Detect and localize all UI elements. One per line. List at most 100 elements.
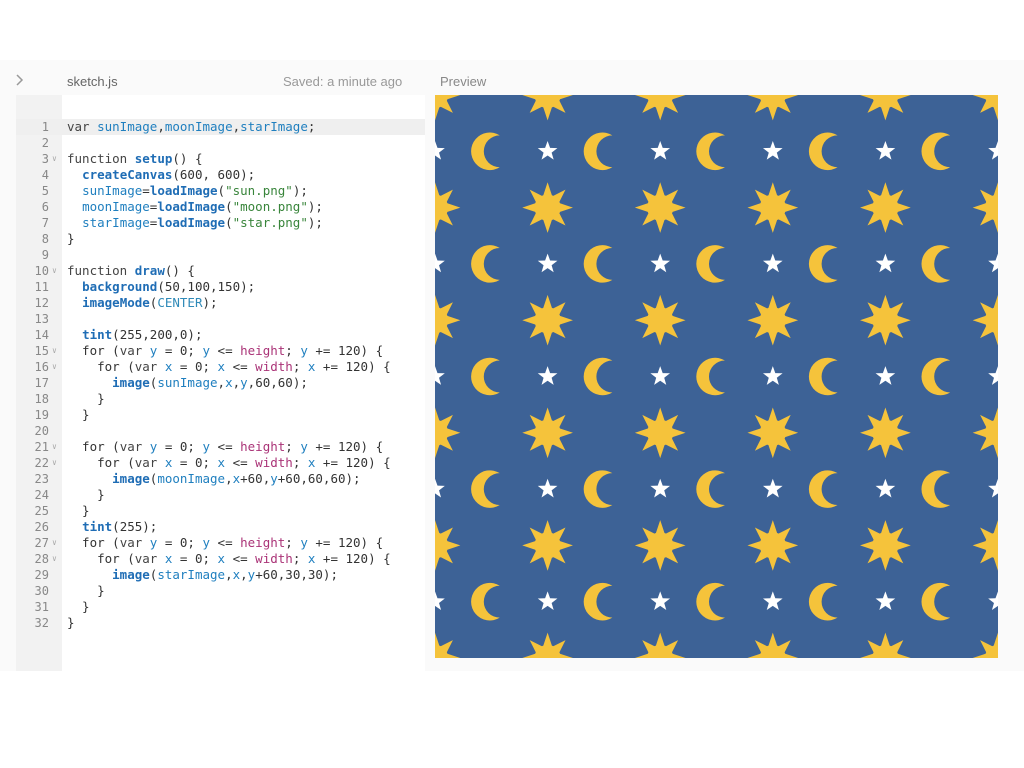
code-line[interactable]: 10 ∨ function draw() { [16,263,425,279]
line-number: 3 [41,152,49,166]
line-number: 5 [41,184,49,198]
code-line[interactable]: 26 tint(255); [16,519,425,535]
code-text: starImage=loadImage("star.png"); [82,215,323,230]
line-number: 30 [34,584,49,598]
code-text: for (var x = 0; x <= width; x += 120) { [67,359,391,374]
code-line[interactable]: 12 imageMode(CENTER); [16,295,425,311]
line-number: 19 [34,408,49,422]
code-text: moonImage=loadImage("moon.png"); [82,199,323,214]
code-line[interactable]: 2 [16,135,425,151]
code-line[interactable]: 28 ∨ for (var x = 0; x <= width; x += 120… [16,551,425,567]
line-number: 20 [34,424,49,438]
preview-label: Preview [440,74,487,89]
sketch-preview-canvas[interactable] [435,95,998,658]
code-line[interactable]: 30 } [16,583,425,599]
line-number: 28 [34,552,49,566]
line-number: 12 [34,296,49,310]
code-line[interactable]: 16 ∨ for (var x = 0; x <= width; x += 120… [16,359,425,375]
code-line[interactable]: 1 var sunImage,moonImage,starImage; [16,119,425,135]
code-text: } [67,391,105,406]
code-line[interactable]: 23 image(moonImage,x+60,y+60,60,60); [16,471,425,487]
fold-chevron-icon[interactable]: ∨ [52,263,57,279]
code-editor[interactable]: 1 var sunImage,moonImage,starImage; 2 3 ∨ fun… [16,95,425,671]
preview-svg [435,95,998,658]
line-number: 4 [41,168,49,182]
code-text: sunImage=loadImage("sun.png"); [82,183,308,198]
code-line[interactable]: 21 ∨ for (var y = 0; y <= height; y += 12… [16,439,425,455]
code-line[interactable]: 20 [16,423,425,439]
fold-chevron-icon[interactable]: ∨ [52,551,57,567]
line-number: 2 [41,136,49,150]
line-number: 16 [34,360,49,374]
code-text: } [67,503,90,518]
code-text: } [67,583,105,598]
code-lines[interactable]: 1 var sunImage,moonImage,starImage; 2 3 ∨ fun… [16,119,425,631]
code-line[interactable]: 6 moonImage=loadImage("moon.png"); [16,199,425,215]
line-number: 18 [34,392,49,406]
line-number: 23 [34,472,49,486]
code-line[interactable]: 24 } [16,487,425,503]
code-line[interactable]: 11 background(50,100,150); [16,279,425,295]
code-line[interactable]: 15 ∨ for (var y = 0; y <= height; y += 12… [16,343,425,359]
code-text: function setup() { [67,151,203,166]
code-line[interactable]: 3 ∨ function setup() { [16,151,425,167]
code-text: } [67,599,90,614]
fold-chevron-icon[interactable]: ∨ [52,455,57,471]
sun-icon [634,182,686,233]
line-number: 10 [34,264,49,278]
code-text: image(starImage,x,y+60,30,30); [112,567,338,582]
code-line[interactable]: 14 tint(255,200,0); [16,327,425,343]
line-number: 17 [34,376,49,390]
line-number: 32 [34,616,49,630]
line-number: 26 [34,520,49,534]
code-line[interactable]: 5 sunImage=loadImage("sun.png"); [16,183,425,199]
chevron-right-icon[interactable] [12,72,28,88]
code-line[interactable]: 19 } [16,407,425,423]
code-line[interactable]: 7 starImage=loadImage("star.png"); [16,215,425,231]
file-name-tab[interactable]: sketch.js [67,74,118,89]
code-line[interactable]: 31 } [16,599,425,615]
line-number: 11 [34,280,49,294]
code-text: tint(255); [82,519,158,534]
code-text: } [67,407,90,422]
line-number: 29 [34,568,49,582]
code-line[interactable]: 22 ∨ for (var x = 0; x <= width; x += 120… [16,455,425,471]
code-text: function draw() { [67,263,195,278]
code-line[interactable]: 17 image(sunImage,x,y,60,60); [16,375,425,391]
line-number: 15 [34,344,49,358]
code-line[interactable]: 13 [16,311,425,327]
line-number: 7 [41,216,49,230]
sun-icon [634,294,686,346]
code-line[interactable]: 29 image(starImage,x,y+60,30,30); [16,567,425,583]
line-number: 24 [34,488,49,502]
sun-icon [522,520,573,571]
code-text: image(sunImage,x,y,60,60); [112,375,308,390]
save-status: Saved: a minute ago [283,74,403,89]
code-line[interactable]: 32} [16,615,425,631]
line-number: 14 [34,328,49,342]
fold-chevron-icon[interactable]: ∨ [52,439,57,455]
code-line[interactable]: 9 [16,247,425,263]
line-number: 22 [34,456,49,470]
code-text: for (var x = 0; x <= width; x += 120) { [67,455,391,470]
fold-chevron-icon[interactable]: ∨ [52,359,57,375]
sun-icon [860,407,911,459]
code-line[interactable]: 8} [16,231,425,247]
code-line[interactable]: 18 } [16,391,425,407]
code-line[interactable]: 27 ∨ for (var y = 0; y <= height; y += 12… [16,535,425,551]
code-line[interactable]: 25 } [16,503,425,519]
sun-icon [634,520,686,571]
fold-chevron-icon[interactable]: ∨ [52,343,57,359]
code-text: background(50,100,150); [82,279,256,294]
code-text: tint(255,200,0); [82,327,203,342]
sun-icon [522,407,573,459]
sun-icon [860,182,911,233]
code-line[interactable]: 4 createCanvas(600, 600); [16,167,425,183]
code-text: var sunImage,moonImage,starImage; [67,119,316,134]
fold-chevron-icon[interactable]: ∨ [52,535,57,551]
sun-icon [860,294,911,346]
canvas-background [435,95,998,658]
code-text: } [67,615,75,630]
line-number: 27 [34,536,49,550]
fold-chevron-icon[interactable]: ∨ [52,151,57,167]
